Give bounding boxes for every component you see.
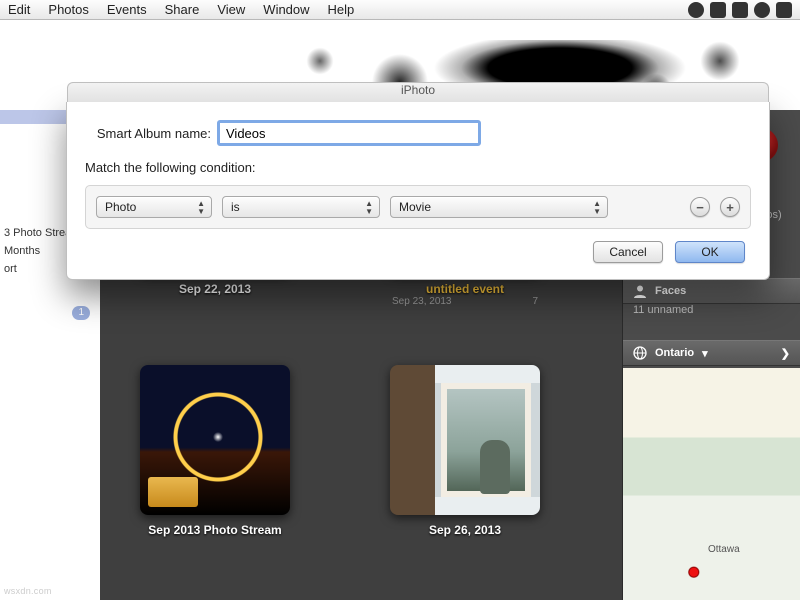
event-caption: Sep 26, 2013 [390, 523, 540, 537]
event-caption: untitled event [390, 282, 540, 296]
updown-icon: ▲▼ [197, 200, 205, 216]
updown-icon: ▲▼ [593, 200, 601, 216]
menu-edit[interactable]: Edit [8, 2, 30, 17]
sheet-titlebar: iPhoto [67, 82, 769, 102]
event-thumb[interactable] [390, 365, 540, 515]
smart-album-name-input[interactable] [219, 122, 479, 144]
name-label: Smart Album name: [85, 126, 219, 141]
faces-section-header[interactable]: Faces [623, 278, 800, 304]
condition-label: Match the following condition: [85, 160, 751, 175]
condition-value-select[interactable]: Movie▲▼ [390, 196, 608, 218]
faces-count: 11 unnamed [633, 304, 693, 316]
updown-icon: ▲▼ [365, 200, 373, 216]
globe-icon [633, 346, 647, 360]
places-section-header[interactable]: Ontario ▾ ❯ [623, 340, 800, 366]
ok-button[interactable]: OK [675, 241, 745, 263]
app-window: 3 Photo Stream Months ort 1 Sep 22, 2013… [0, 20, 800, 600]
disclosure-icon: ▾ [702, 347, 708, 360]
map-city-label: Ottawa [708, 544, 740, 555]
condition-operator-select[interactable]: is▲▼ [222, 196, 380, 218]
condition-field-select[interactable]: Photo▲▼ [96, 196, 212, 218]
menu-view[interactable]: View [217, 2, 245, 17]
sidebar-badge: 1 [72, 306, 90, 320]
dropbox-icon[interactable] [776, 2, 792, 18]
event-subcaption: Sep 23, 20137 [390, 296, 540, 307]
event-caption: Sep 2013 Photo Stream [140, 523, 290, 537]
menu-window[interactable]: Window [263, 2, 309, 17]
person-icon [633, 284, 647, 298]
event-thumb[interactable] [140, 365, 290, 515]
condition-row: Photo▲▼ is▲▼ Movie▲▼ − + [85, 185, 751, 229]
evernote-icon[interactable] [732, 2, 748, 18]
menu-events[interactable]: Events [107, 2, 147, 17]
status-icon[interactable] [754, 2, 770, 18]
watermark: wsxdn.com [4, 586, 52, 596]
smart-album-sheet: iPhoto Smart Album name: Match the follo… [66, 102, 770, 280]
status-icon[interactable] [710, 2, 726, 18]
places-map[interactable]: Ottawa [623, 368, 800, 600]
remove-condition-button[interactable]: − [690, 197, 710, 217]
chevron-right-icon[interactable]: ❯ [781, 347, 790, 360]
status-icon[interactable] [688, 2, 704, 18]
os-menubar: Edit Photos Events Share View Window Hel… [0, 0, 800, 20]
menu-help[interactable]: Help [328, 2, 355, 17]
event[interactable]: Sep 2013 Photo Stream [140, 365, 290, 537]
event-caption: Sep 22, 2013 [140, 282, 290, 296]
event[interactable]: Sep 26, 2013 [390, 365, 540, 537]
cancel-button[interactable]: Cancel [593, 241, 663, 263]
add-condition-button[interactable]: + [720, 197, 740, 217]
menu-share[interactable]: Share [165, 2, 200, 17]
menu-photos[interactable]: Photos [48, 2, 88, 17]
